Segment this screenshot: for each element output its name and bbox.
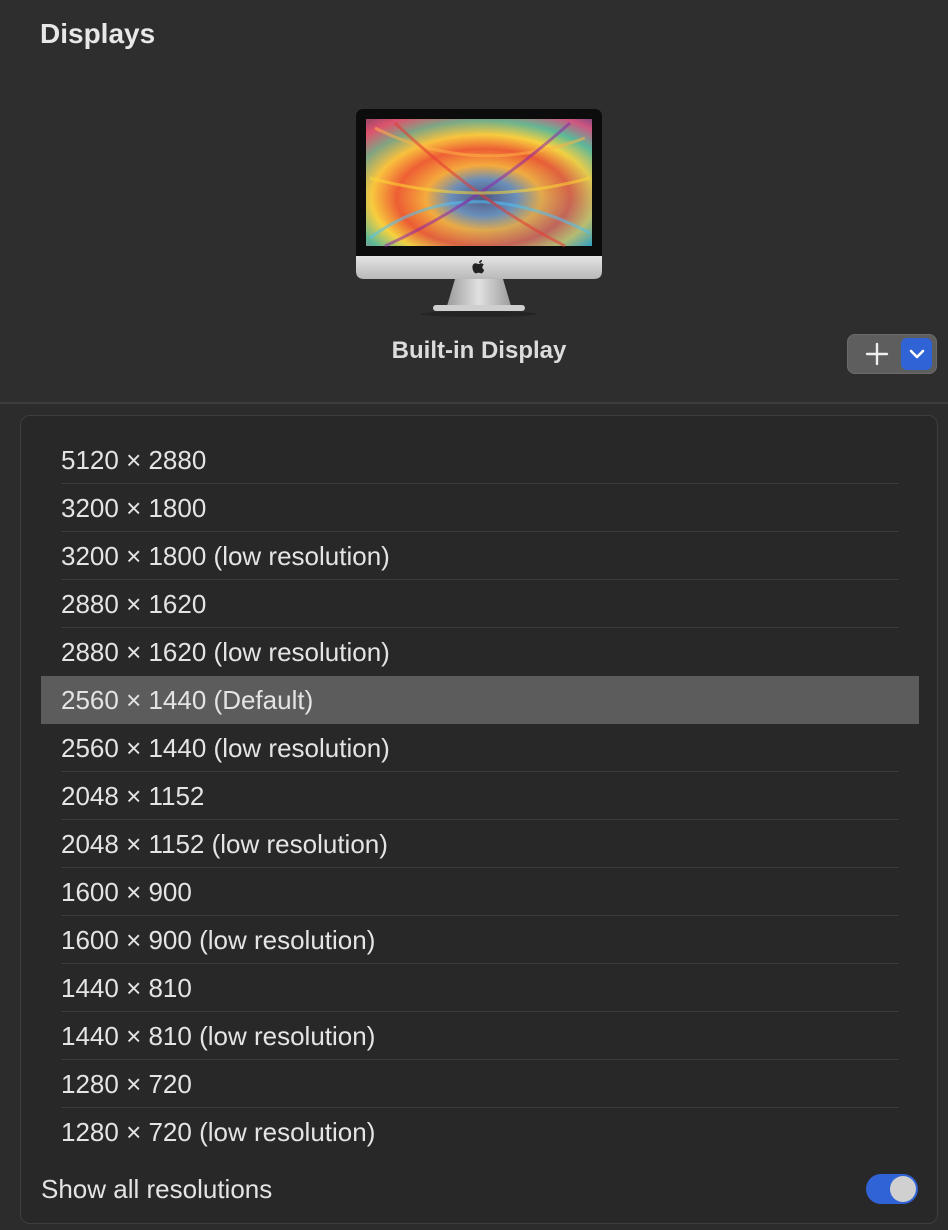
resolution-option[interactable]: 3200 × 1800	[41, 484, 919, 532]
add-display-button[interactable]	[857, 338, 897, 370]
chevron-down-icon	[909, 349, 924, 359]
resolution-option[interactable]: 2880 × 1620	[41, 580, 919, 628]
resolution-list: 5120 × 2880 3200 × 1800 3200 × 1800 (low…	[41, 436, 919, 1156]
resolution-option[interactable]: 1600 × 900	[41, 868, 919, 916]
page-title: Displays	[40, 18, 156, 49]
resolution-option[interactable]: 2560 × 1440 (low resolution)	[41, 724, 919, 772]
resolution-option[interactable]: 5120 × 2880	[41, 436, 919, 484]
plus-icon	[865, 342, 889, 366]
resolution-option[interactable]: 1440 × 810 (low resolution)	[41, 1012, 919, 1060]
show-all-resolutions-toggle[interactable]	[866, 1174, 918, 1204]
toggle-knob	[890, 1176, 916, 1202]
resolution-option[interactable]: 3200 × 1800 (low resolution)	[41, 532, 919, 580]
resolution-option[interactable]: 1280 × 720	[41, 1060, 919, 1108]
resolution-option[interactable]: 2880 × 1620 (low resolution)	[41, 628, 919, 676]
display-menu-button[interactable]	[901, 338, 932, 370]
imac-icon[interactable]	[355, 108, 603, 318]
resolution-option[interactable]: 2048 × 1152	[41, 772, 919, 820]
resolution-option[interactable]: 1280 × 720 (low resolution)	[41, 1108, 919, 1156]
resolution-panel: 5120 × 2880 3200 × 1800 3200 × 1800 (low…	[20, 415, 938, 1224]
resolution-option[interactable]: 1440 × 810	[41, 964, 919, 1012]
add-display-control	[847, 334, 937, 374]
show-all-resolutions-label: Show all resolutions	[41, 1174, 273, 1204]
display-name: Built-in Display	[391, 337, 567, 364]
resolution-option[interactable]: 1600 × 900 (low resolution)	[41, 916, 919, 964]
header-divider	[0, 402, 948, 404]
resolution-option[interactable]: 2048 × 1152 (low resolution)	[41, 820, 919, 868]
resolution-option-selected[interactable]: 2560 × 1440 (Default)	[41, 676, 919, 724]
